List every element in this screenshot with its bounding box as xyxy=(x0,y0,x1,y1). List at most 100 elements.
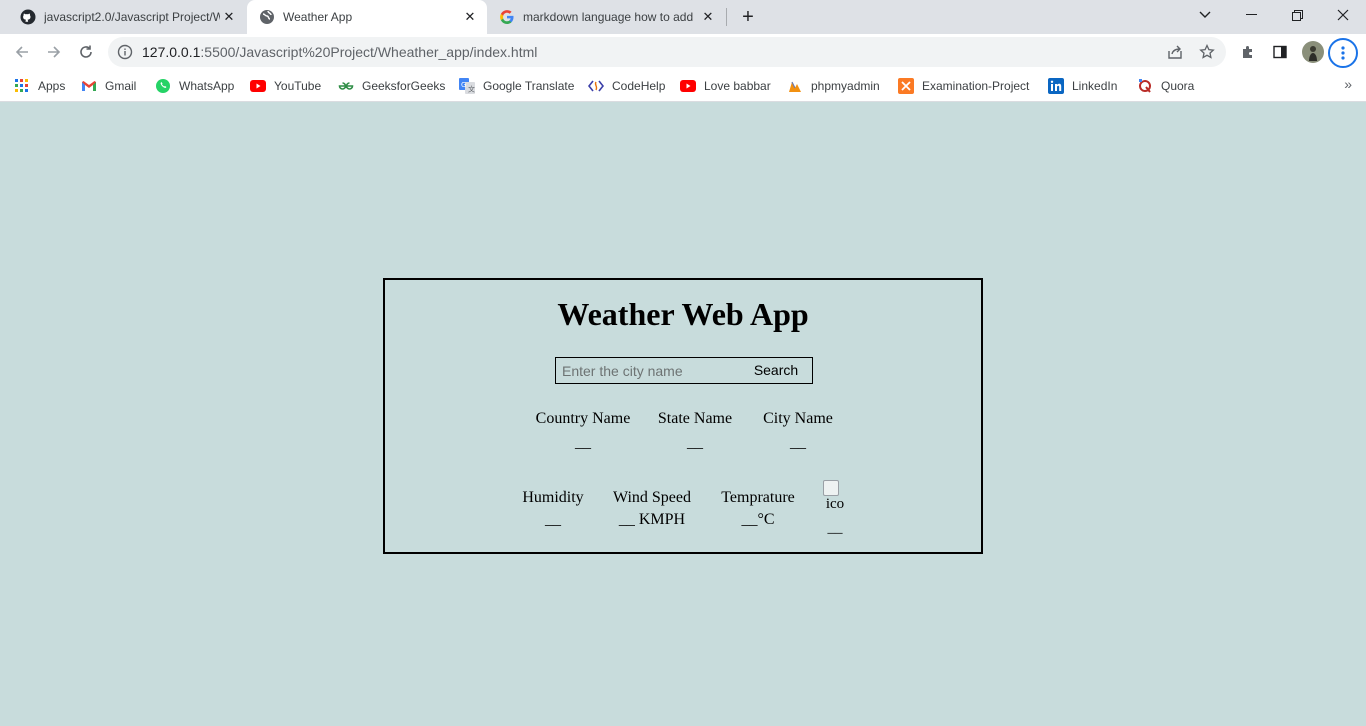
chevron-down-icon xyxy=(1199,11,1211,18)
humidity-label: Humidity xyxy=(522,489,584,506)
bookmark-phpmyadmin[interactable]: phpmyadmin xyxy=(787,76,880,96)
svg-text:G: G xyxy=(461,81,466,89)
codehelp-icon xyxy=(588,78,604,94)
share-icon[interactable] xyxy=(1166,43,1184,61)
forward-button[interactable] xyxy=(40,38,68,66)
country-info: Country Name __ xyxy=(533,410,633,452)
geeksforgeeks-icon xyxy=(338,78,354,94)
bookmark-linkedin[interactable]: LinkedIn xyxy=(1048,76,1117,96)
bookmark-love-babbar[interactable]: Love babbar xyxy=(680,76,771,96)
bookmark-label: Gmail xyxy=(105,79,137,93)
temperature-label: Temprature xyxy=(721,489,795,506)
weather-card: Weather Web App Search Country Name __ S… xyxy=(383,278,983,554)
broken-image-icon xyxy=(823,480,839,496)
bookmark-label: LinkedIn xyxy=(1072,79,1118,93)
address-bar[interactable]: 127.0.0.1:5500/Javascript%20Project/Whea… xyxy=(108,37,1226,67)
search-button[interactable]: Search xyxy=(740,358,812,383)
bookmark-codehelp[interactable]: CodeHelp xyxy=(588,76,665,96)
globe-icon xyxy=(259,9,275,25)
wind-speed-label: Wind Speed xyxy=(612,489,691,506)
bookmark-label: Examination-Project xyxy=(922,79,1030,93)
country-label: Country Name xyxy=(535,410,631,427)
restore-icon xyxy=(1291,9,1303,21)
browser-menu-button[interactable] xyxy=(1328,38,1358,68)
bookmark-label: phpmyadmin xyxy=(811,79,880,93)
extensions-icon[interactable] xyxy=(1238,42,1258,62)
back-button[interactable] xyxy=(8,38,36,66)
xampp-icon xyxy=(898,78,914,94)
bookmark-google-translate[interactable]: G文 Google Translate xyxy=(459,76,574,96)
bookmark-gmail[interactable]: Gmail xyxy=(81,76,136,96)
bookmark-label: YouTube xyxy=(274,79,322,93)
bookmark-whatsapp[interactable]: WhatsApp xyxy=(155,76,234,96)
minimize-button[interactable] xyxy=(1228,0,1274,30)
bookmark-quora[interactable]: Quora xyxy=(1137,76,1194,96)
bookmarks-bar: Apps Gmail WhatsApp YouTube GeeksforGeek… xyxy=(0,70,1366,102)
url-path: :5500/Javascript%20Project/Wheather_app/… xyxy=(200,44,538,60)
close-icon[interactable]: ✕ xyxy=(461,8,479,26)
tab-search-button[interactable] xyxy=(1182,0,1228,30)
bookmark-label: Quora xyxy=(1161,79,1195,93)
arrow-right-icon xyxy=(48,46,61,58)
url-text[interactable]: 127.0.0.1:5500/Javascript%20Project/Whea… xyxy=(142,44,537,60)
country-value: __ xyxy=(575,434,591,451)
tab-separator xyxy=(726,8,727,26)
bookmark-label: GeeksforGeeks xyxy=(362,79,446,93)
whatsapp-icon xyxy=(155,78,171,94)
close-window-button[interactable] xyxy=(1320,0,1366,30)
new-tab-button[interactable]: + xyxy=(736,5,760,29)
tab-title: javascript2.0/Javascript Project/W xyxy=(44,10,220,24)
temperature-info: Temprature __°C xyxy=(715,489,801,529)
bookmark-star-icon[interactable] xyxy=(1198,43,1216,61)
humidity-value: __ xyxy=(545,511,561,528)
bookmark-label: WhatsApp xyxy=(179,79,235,93)
city-info: City Name __ xyxy=(755,410,841,452)
apps-grid-icon xyxy=(14,78,30,94)
reload-icon xyxy=(80,45,92,58)
app-title: Weather Web App xyxy=(557,296,809,332)
bookmark-label: Google Translate xyxy=(483,79,575,93)
profile-avatar[interactable] xyxy=(1301,40,1325,64)
tab-title: markdown language how to add xyxy=(523,10,694,24)
humidity-info: Humidity __ xyxy=(513,489,593,529)
info-icon[interactable] xyxy=(116,43,134,61)
page-viewport: Weather Web App Search Country Name __ S… xyxy=(0,102,1366,726)
tab-github[interactable]: javascript2.0/Javascript Project/W ✕ xyxy=(8,0,246,34)
youtube-icon xyxy=(680,78,696,94)
url-host: 127.0.0.1 xyxy=(142,44,201,60)
bookmark-youtube[interactable]: YouTube xyxy=(250,76,321,96)
reload-button[interactable] xyxy=(72,38,100,66)
close-icon[interactable]: ✕ xyxy=(699,8,717,26)
bookmark-apps[interactable]: Apps xyxy=(14,76,65,96)
linkedin-icon xyxy=(1048,78,1064,94)
wind-speed-info: Wind Speed __ KMPH xyxy=(607,489,697,529)
youtube-icon xyxy=(250,78,266,94)
google-icon xyxy=(499,9,515,25)
close-icon[interactable]: ✕ xyxy=(220,8,238,26)
restore-button[interactable] xyxy=(1274,0,1320,30)
city-label: City Name xyxy=(763,410,833,427)
city-value: __ xyxy=(790,434,806,451)
quora-icon xyxy=(1137,78,1153,94)
bookmark-label: Apps xyxy=(38,79,66,93)
tab-strip: javascript2.0/Javascript Project/W ✕ Wea… xyxy=(0,0,1366,34)
phpmyadmin-icon xyxy=(787,78,803,94)
close-icon xyxy=(1337,9,1349,21)
minimize-icon xyxy=(1245,14,1257,15)
svg-text:文: 文 xyxy=(468,85,475,94)
city-search-input[interactable] xyxy=(556,358,742,383)
tab-weather-app[interactable]: Weather App ✕ xyxy=(247,0,487,34)
bookmark-examination-project[interactable]: Examination-Project xyxy=(898,76,1029,96)
state-info: State Name __ xyxy=(647,410,743,452)
weather-icon-image: ico __ xyxy=(823,480,847,536)
tab-google-search[interactable]: markdown language how to add ✕ xyxy=(487,0,725,34)
bookmark-geeksforgeeks[interactable]: GeeksforGeeks xyxy=(338,76,445,96)
wind-speed-value: __ KMPH xyxy=(618,511,686,528)
weather-icon-alt: ico xyxy=(825,496,845,512)
more-bookmarks-button[interactable]: » xyxy=(1344,76,1352,92)
state-value: __ xyxy=(687,434,703,451)
tab-title: Weather App xyxy=(283,10,353,24)
side-panel-icon[interactable] xyxy=(1270,42,1290,62)
weather-icon-value: __ xyxy=(827,520,843,536)
search-form: Search xyxy=(555,357,813,384)
